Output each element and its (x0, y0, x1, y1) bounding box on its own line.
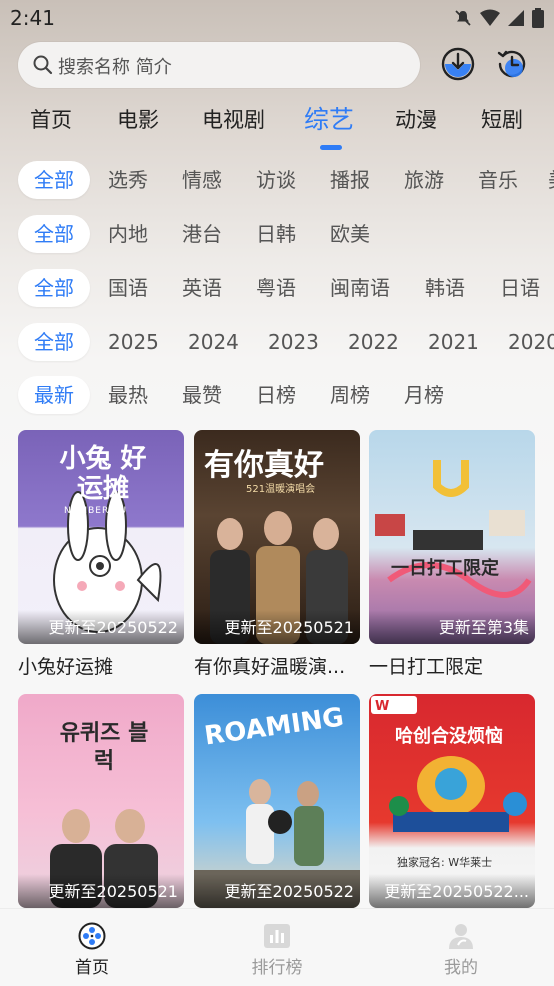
show-title: 一日打工限定 (369, 656, 484, 678)
filter-region: 全部 内地 港台 日韩 欧美 (0, 215, 554, 255)
battery-icon (532, 8, 544, 28)
filter-chip[interactable]: 情感 (182, 161, 222, 199)
poster-image: 有你真好 521温暖演唱会 更新至20250521 (194, 430, 360, 644)
filter-chip[interactable]: 国语 (108, 269, 148, 307)
filter-chip[interactable]: 选秀 (108, 161, 148, 199)
poster-image: 小兔 好运摊 NUMBER TU 更新至20250522 (18, 430, 184, 644)
filter-chip[interactable]: 粤语 (256, 269, 296, 307)
filter-genre: 全部 选秀 情感 访谈 播报 旅游 音乐 美 (0, 161, 554, 201)
category-tabs: 首页 电影 电视剧 综艺 动漫 短剧 (0, 96, 554, 152)
filter-chip[interactable]: 最赞 (182, 376, 222, 414)
filter-chip[interactable]: 韩语 (425, 269, 465, 307)
filter-chip[interactable]: 月榜 (404, 376, 444, 414)
filter-chip[interactable]: 全部 (18, 215, 90, 253)
filter-chip[interactable]: 全部 (18, 269, 90, 307)
filter-chip[interactable]: 2025 (108, 323, 159, 361)
filter-chip[interactable]: 日榜 (256, 376, 296, 414)
chart-icon (264, 924, 290, 948)
tab-tv-series[interactable]: 电视剧 (202, 104, 265, 134)
search-bar[interactable]: 搜索名称 简介 (18, 42, 420, 88)
poster-title: 哈创合没烦恼 (395, 726, 503, 747)
filter-chip[interactable]: 2021 (428, 323, 479, 361)
update-badge: 更新至20250522 (224, 882, 354, 901)
filter-chip[interactable]: 音乐 (478, 161, 518, 199)
update-badge: 更新至20250522 (48, 618, 178, 637)
tab-anime[interactable]: 动漫 (395, 104, 437, 134)
filter-chip[interactable]: 港台 (182, 215, 222, 253)
status-icons (454, 8, 544, 28)
filter-chip[interactable]: 2024 (188, 323, 239, 361)
poster-subtitle: NUMBER TU (64, 506, 128, 516)
filter-sort: 最新 最热 最赞 日榜 周榜 月榜 (0, 376, 554, 416)
status-bar: 2:41 (0, 0, 554, 36)
nav-label: 我的 (444, 958, 478, 978)
filter-chip[interactable]: 旅游 (404, 161, 444, 199)
show-title: 有你真好温暖演... (194, 656, 346, 678)
tab-short-drama[interactable]: 短剧 (481, 104, 523, 134)
tab-variety[interactable]: 综艺 (304, 100, 354, 136)
filter-chip[interactable]: 2023 (268, 323, 319, 361)
poster-subtitle: 独家冠名: W华莱士 (397, 856, 493, 869)
update-badge: 更新至20250521 (224, 618, 354, 637)
poster-image: ROAMING 更新至20250522 (194, 694, 360, 908)
poster-title: 小兔 好运摊 (59, 444, 147, 504)
poster-image: 一日打工限定 更新至第3集 (369, 430, 535, 644)
update-badge: 更新至20250522... (384, 882, 529, 901)
filter-year: 全部 2025 2024 2023 2022 2021 2020 (0, 323, 554, 363)
nav-home[interactable]: 首页 (47, 921, 137, 978)
wifi-icon (480, 9, 500, 26)
status-time: 2:41 (10, 6, 55, 30)
poster-subtitle: 521温暖演唱会 (246, 484, 316, 495)
search-icon (33, 55, 53, 75)
poster-title: 一日打工限定 (391, 558, 499, 579)
filter-chip[interactable]: 访谈 (256, 161, 296, 199)
update-badge: 更新至第3集 (438, 618, 529, 637)
poster-image: W 哈创合没烦恼 独家冠名: W华莱士 更新至20250522... (369, 694, 535, 908)
nav-ranking[interactable]: 排行榜 (232, 921, 322, 978)
history-icon[interactable] (494, 46, 530, 82)
filter-chip[interactable]: 最热 (108, 376, 148, 414)
filter-chip[interactable]: 内地 (108, 215, 148, 253)
bottom-nav: 首页 排行榜 我的 (0, 908, 554, 986)
filter-chip[interactable]: 最新 (18, 376, 90, 414)
filter-chip[interactable]: 闽南语 (330, 269, 390, 307)
filter-chip[interactable]: 日韩 (256, 215, 296, 253)
filter-chip[interactable]: 2020 (508, 323, 554, 361)
filter-chip[interactable]: 全部 (18, 161, 90, 199)
tab-home[interactable]: 首页 (30, 104, 72, 134)
search-placeholder: 搜索名称 简介 (58, 57, 172, 78)
poster-image: 유퀴즈 블럭 更新至20250521 (18, 694, 184, 908)
filter-chip[interactable]: 周榜 (330, 376, 370, 414)
signal-icon (508, 10, 524, 26)
mute-icon (455, 10, 471, 26)
filter-chip[interactable]: 全部 (18, 323, 90, 361)
filter-chip[interactable]: 2022 (348, 323, 399, 361)
filter-chip[interactable]: 播报 (330, 161, 370, 199)
download-icon[interactable] (440, 46, 476, 82)
user-icon (449, 924, 473, 949)
nav-label: 首页 (75, 958, 109, 978)
film-reel-icon (78, 922, 106, 950)
filter-chip[interactable]: 日语 (500, 269, 540, 307)
filter-chip[interactable]: 美 (548, 161, 554, 199)
update-badge: 更新至20250521 (48, 882, 178, 901)
filter-chip[interactable]: 英语 (182, 269, 222, 307)
show-title: 小兔好运摊 (18, 656, 114, 678)
poster-title: 유퀴즈 블럭 (59, 721, 149, 774)
tab-active-indicator (320, 145, 342, 150)
filter-chip[interactable]: 欧美 (330, 215, 370, 253)
poster-title: 有你真好 (204, 448, 324, 483)
tab-movie[interactable]: 电影 (117, 104, 159, 134)
nav-mine[interactable]: 我的 (416, 921, 506, 978)
filter-language: 全部 国语 英语 粤语 闽南语 韩语 日语 (0, 269, 554, 309)
nav-label: 排行榜 (251, 958, 303, 978)
svg-text:W: W (375, 699, 389, 714)
